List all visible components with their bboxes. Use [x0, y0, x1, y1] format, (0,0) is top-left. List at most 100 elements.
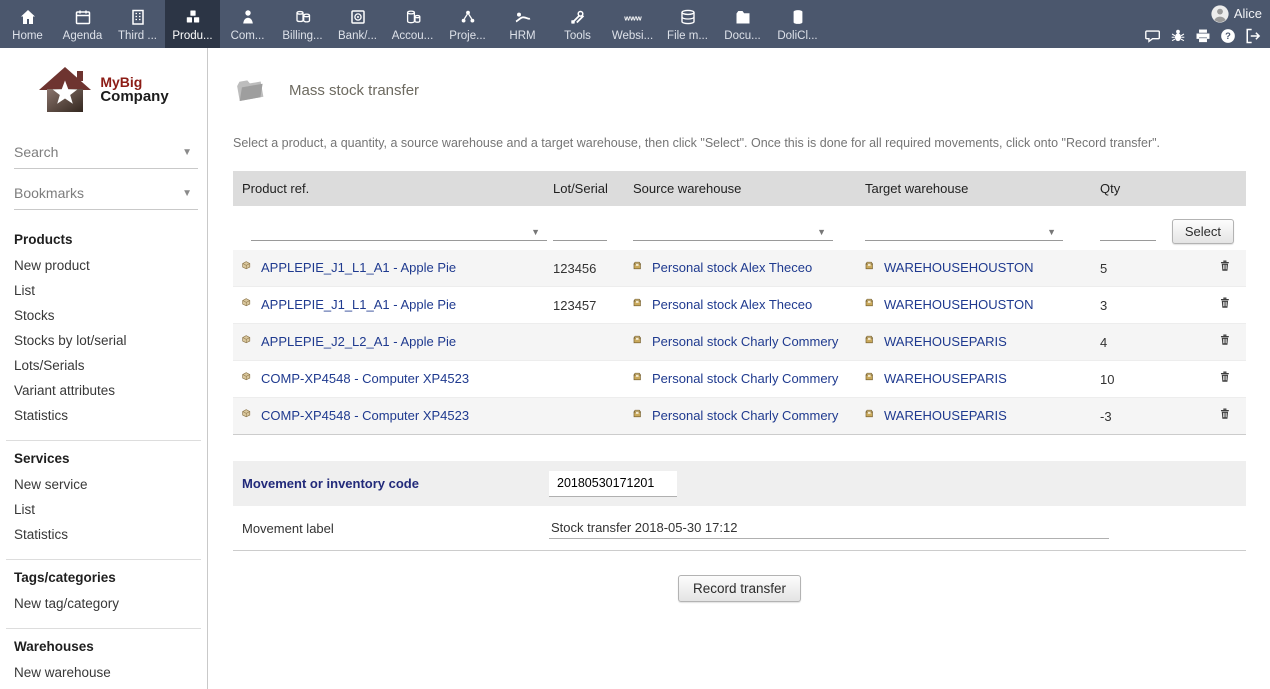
menu-documents[interactable]: Docu...: [715, 0, 770, 48]
trash-icon[interactable]: [1220, 333, 1234, 349]
table-filter-row: ▼ ▼ ▼: [233, 206, 1246, 250]
sidebar-item-product-statistics[interactable]: Statistics: [6, 403, 201, 428]
page-description: Select a product, a quantity, a source w…: [233, 136, 1246, 150]
qty-value: 4: [1090, 335, 1190, 350]
sidebar-item-new-product[interactable]: New product: [6, 253, 201, 278]
product-cube-icon: [242, 409, 255, 422]
company-name: MyBig Company: [100, 75, 168, 105]
filemanager-icon: [678, 7, 698, 27]
section-products: Products New product List Stocks Stocks …: [6, 222, 201, 441]
target-warehouse-link[interactable]: WAREHOUSEHOUSTON: [865, 260, 1034, 275]
caret-down-icon: ▼: [531, 227, 540, 237]
main-content: Mass stock transfer Select a product, a …: [208, 48, 1270, 689]
source-warehouse-link[interactable]: Personal stock Charly Commery: [633, 371, 838, 386]
menu-file-manager[interactable]: File m...: [660, 0, 715, 48]
product-select[interactable]: ▼: [251, 221, 547, 241]
caret-down-icon: ▼: [1047, 227, 1056, 237]
thirdparties-icon: [128, 7, 148, 27]
search-dropdown[interactable]: Search ▼: [14, 140, 198, 169]
target-warehouse-link[interactable]: WAREHOUSEPARIS: [865, 408, 1007, 423]
agenda-icon: [73, 7, 93, 27]
movement-label-input[interactable]: [549, 517, 1109, 539]
sidebar-item-stocks-by-lot[interactable]: Stocks by lot/serial: [6, 328, 201, 353]
product-link[interactable]: APPLEPIE_J1_L1_A1 - Apple Pie: [242, 297, 456, 312]
product-ref: COMP-XP4548 - Computer XP4523: [261, 408, 469, 423]
source-warehouse-link[interactable]: Personal stock Alex Theceo: [633, 297, 812, 312]
qty-input[interactable]: [1100, 221, 1156, 241]
filter-action-cell: Select: [1190, 219, 1246, 241]
user-menu[interactable]: Alice: [1210, 4, 1262, 24]
menu-commercial[interactable]: Com...: [220, 0, 275, 48]
target-warehouse-link[interactable]: WAREHOUSEHOUSTON: [865, 297, 1034, 312]
bookmarks-dropdown[interactable]: Bookmarks ▼: [14, 181, 198, 210]
company-logo[interactable]: MyBig Company: [0, 66, 207, 114]
target-warehouse-select[interactable]: ▼: [865, 221, 1063, 241]
help-icon[interactable]: ?: [1219, 27, 1237, 45]
product-link[interactable]: COMP-XP4548 - Computer XP4523: [242, 371, 469, 386]
source-warehouse-link[interactable]: Personal stock Charly Commery: [633, 408, 838, 423]
warehouse-icon: [865, 372, 878, 385]
menu-accountancy[interactable]: Accou...: [385, 0, 440, 48]
topbar-right: Alice ?: [1144, 0, 1262, 48]
record-transfer-button[interactable]: Record transfer: [678, 575, 801, 602]
menu-website[interactable]: www Websi...: [605, 0, 660, 48]
product-link[interactable]: APPLEPIE_J1_L1_A1 - Apple Pie: [242, 260, 456, 275]
source-warehouse: Personal stock Charly Commery: [652, 408, 838, 423]
warehouse-icon: [865, 261, 878, 274]
sidebar-item-stocks[interactable]: Stocks: [6, 303, 201, 328]
select-button[interactable]: Select: [1172, 219, 1234, 244]
print-icon[interactable]: [1194, 27, 1212, 45]
title-folder-icon: [233, 75, 267, 105]
menu-hrm[interactable]: HRM: [495, 0, 550, 48]
menu-tools[interactable]: Tools: [550, 0, 605, 48]
sidebar-item-variant-attributes[interactable]: Variant attributes: [6, 378, 201, 403]
menu-label: Com...: [231, 30, 265, 42]
target-warehouse-link[interactable]: WAREHOUSEPARIS: [865, 371, 1007, 386]
trash-icon[interactable]: [1220, 370, 1234, 386]
product-cube-icon: [242, 335, 255, 348]
col-header-qty: Qty: [1090, 181, 1190, 196]
svg-text:www: www: [623, 13, 642, 22]
chat-icon[interactable]: [1144, 27, 1162, 45]
movement-form: Movement or inventory code Movement labe…: [233, 461, 1246, 551]
menu-products[interactable]: Produ...: [165, 0, 220, 48]
menu-third-parties[interactable]: Third ...: [110, 0, 165, 48]
target-warehouse-link[interactable]: WAREHOUSEPARIS: [865, 334, 1007, 349]
menu-agenda[interactable]: Agenda: [55, 0, 110, 48]
warehouse-icon: [865, 409, 878, 422]
product-link[interactable]: APPLEPIE_J2_L2_A1 - Apple Pie: [242, 334, 456, 349]
menu-label: Agenda: [63, 30, 103, 42]
section-title: Products: [6, 232, 201, 247]
bug-icon[interactable]: [1169, 27, 1187, 45]
trash-icon[interactable]: [1220, 259, 1234, 275]
sidebar-item-new-warehouse[interactable]: New warehouse: [6, 660, 201, 685]
source-warehouse-select[interactable]: ▼: [633, 221, 833, 241]
menu-projects[interactable]: Proje...: [440, 0, 495, 48]
sidebar-item-product-list[interactable]: List: [6, 278, 201, 303]
menu-label: Billing...: [282, 30, 322, 42]
sidebar-item-lots-serials[interactable]: Lots/Serials: [6, 353, 201, 378]
logout-icon[interactable]: [1244, 27, 1262, 45]
product-link[interactable]: COMP-XP4548 - Computer XP4523: [242, 408, 469, 423]
menu-home[interactable]: Home: [0, 0, 55, 48]
source-warehouse-link[interactable]: Personal stock Alex Theceo: [633, 260, 812, 275]
sidebar-item-new-service[interactable]: New service: [6, 472, 201, 497]
menu-bank[interactable]: Bank/...: [330, 0, 385, 48]
movement-label-label: Movement label: [233, 521, 549, 536]
menu-billing[interactable]: Billing...: [275, 0, 330, 48]
menu-label: File m...: [667, 30, 708, 42]
menu-doliclub[interactable]: DoliCl...: [770, 0, 825, 48]
trash-icon[interactable]: [1220, 296, 1234, 312]
hrm-icon: [513, 7, 533, 27]
lot-serial-input[interactable]: [553, 221, 607, 241]
menu-label: DoliCl...: [777, 30, 817, 42]
movement-code-input[interactable]: [549, 471, 677, 497]
topbar-actions: ?: [1144, 27, 1262, 45]
sidebar-item-new-tag-category[interactable]: New tag/category: [6, 591, 201, 616]
trash-icon[interactable]: [1220, 407, 1234, 423]
documents-icon: [733, 7, 753, 27]
sidebar-item-service-statistics[interactable]: Statistics: [6, 522, 201, 547]
commercial-icon: [238, 7, 258, 27]
sidebar-item-service-list[interactable]: List: [6, 497, 201, 522]
source-warehouse-link[interactable]: Personal stock Charly Commery: [633, 334, 838, 349]
